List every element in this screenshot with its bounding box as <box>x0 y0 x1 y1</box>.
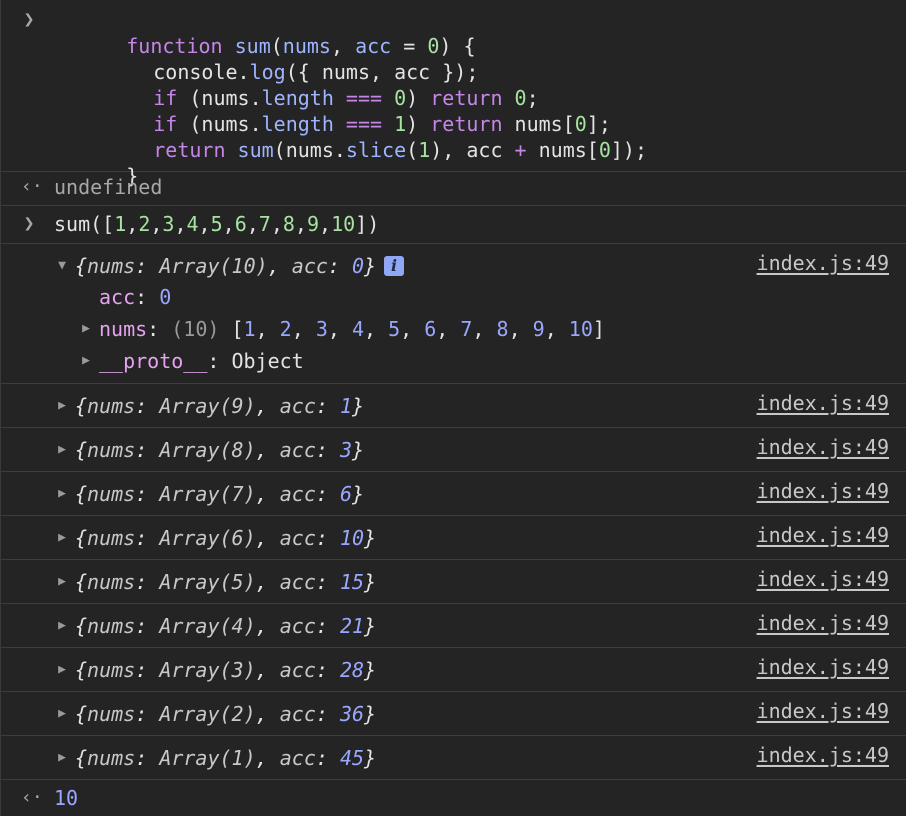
log-entry[interactable]: ▶ {nums: Array(5), acc: 15} index.js:49 <box>1 560 906 604</box>
output-value: 10 <box>54 786 79 810</box>
source-link[interactable]: index.js:49 <box>757 742 889 768</box>
code-line-2: console.log({ nums, acc }); <box>153 60 479 84</box>
code-line-3: if (nums.length === 0) return 0; <box>153 86 539 110</box>
log-entry[interactable]: ▶ {nums: Array(4), acc: 21} index.js:49 <box>1 604 906 648</box>
object-summary[interactable]: {nums: Array(1), acc: 45} <box>75 745 376 771</box>
object-summary[interactable]: {nums: Array(3), acc: 28} <box>75 657 376 683</box>
source-link[interactable]: index.js:49 <box>757 434 889 460</box>
code-line-6: } <box>126 164 139 188</box>
triangle-right-icon[interactable]: ▶ <box>55 745 69 771</box>
chevron-right-icon: ❯ <box>23 9 35 30</box>
triangle-right-icon[interactable]: ▶ <box>55 481 69 507</box>
triangle-right-icon[interactable]: ▶ <box>55 657 69 683</box>
triangle-right-icon[interactable]: ▶ <box>55 701 69 727</box>
triangle-down-icon[interactable]: ▼ <box>55 253 69 279</box>
triangle-right-icon[interactable]: ▶ <box>55 613 69 639</box>
call-expression: sum([1,2,3,4,5,6,7,8,9,10]) <box>54 212 380 236</box>
object-summary[interactable]: {nums: Array(9), acc: 1} <box>75 393 364 419</box>
code-line-5: return sum(nums.slice(1), acc + nums[0])… <box>153 138 647 162</box>
log-entry-expanded: ▼ {nums: Array(10), acc: 0} i index.js:49… <box>1 244 906 384</box>
triangle-right-icon[interactable]: ▶ <box>55 569 69 595</box>
source-link[interactable]: index.js:49 <box>757 698 889 724</box>
log-entry[interactable]: ▶ {nums: Array(1), acc: 45} index.js:49 <box>1 736 906 780</box>
object-summary[interactable]: {nums: Array(4), acc: 21} <box>75 613 376 639</box>
log-entry[interactable]: ▶ {nums: Array(7), acc: 6} index.js:49 <box>1 472 906 516</box>
code-line-4: if (nums.length === 1) return nums[0]; <box>153 112 611 136</box>
source-link[interactable]: index.js:49 <box>757 566 889 592</box>
devtools-console: ❯ function sum(nums, acc = 0) { console.… <box>0 0 906 816</box>
output-value: undefined <box>54 175 163 199</box>
triangle-right-icon[interactable]: ▶ <box>79 316 93 342</box>
prop-acc: acc: 0 <box>99 285 172 309</box>
return-arrow-icon: ‹· <box>21 176 43 197</box>
console-output-result: ‹· 10 <box>1 780 906 816</box>
source-link[interactable]: index.js:49 <box>757 478 889 504</box>
object-summary[interactable]: {nums: Array(2), acc: 36} <box>75 701 376 727</box>
log-entry[interactable]: ▶ {nums: Array(2), acc: 36} index.js:49 <box>1 692 906 736</box>
object-summary[interactable]: {nums: Array(7), acc: 6} <box>75 481 364 507</box>
source-link[interactable]: index.js:49 <box>757 250 889 276</box>
triangle-right-icon[interactable]: ▶ <box>79 348 93 374</box>
object-summary[interactable]: {nums: Array(8), acc: 3} <box>75 437 364 463</box>
console-output-undefined: ‹· undefined <box>1 172 906 206</box>
log-entry[interactable]: ▶ {nums: Array(9), acc: 1} index.js:49 <box>1 384 906 428</box>
log-entry[interactable]: ▶ {nums: Array(6), acc: 10} index.js:49 <box>1 516 906 560</box>
info-icon[interactable]: i <box>384 256 405 276</box>
source-link[interactable]: index.js:49 <box>757 654 889 680</box>
log-entry[interactable]: ▶ {nums: Array(8), acc: 3} index.js:49 <box>1 428 906 472</box>
triangle-right-icon[interactable]: ▶ <box>55 525 69 551</box>
console-input-function[interactable]: ❯ function sum(nums, acc = 0) { console.… <box>1 0 906 188</box>
object-summary[interactable]: {nums: Array(5), acc: 15} <box>75 569 376 595</box>
source-link[interactable]: index.js:49 <box>757 390 889 416</box>
chevron-right-icon: ❯ <box>23 213 35 234</box>
code-line-1: function sum(nums, acc = 0) { <box>126 34 476 58</box>
object-summary[interactable]: {nums: Array(6), acc: 10} <box>75 525 376 551</box>
triangle-right-icon[interactable]: ▶ <box>55 437 69 463</box>
prop-proto[interactable]: __proto__: Object <box>99 348 304 374</box>
log-entry[interactable]: ▶ {nums: Array(3), acc: 28} index.js:49 <box>1 648 906 692</box>
console-input-call[interactable]: ❯ sum([1,2,3,4,5,6,7,8,9,10]) <box>1 206 906 244</box>
source-link[interactable]: index.js:49 <box>757 610 889 636</box>
return-arrow-icon: ‹· <box>21 787 43 808</box>
object-summary[interactable]: {nums: Array(10), acc: 0} i <box>75 253 405 279</box>
prop-nums[interactable]: nums: (10) [1, 2, 3, 4, 5, 6, 7, 8, 9, 1… <box>99 316 605 342</box>
source-link[interactable]: index.js:49 <box>757 522 889 548</box>
triangle-right-icon[interactable]: ▶ <box>55 393 69 419</box>
